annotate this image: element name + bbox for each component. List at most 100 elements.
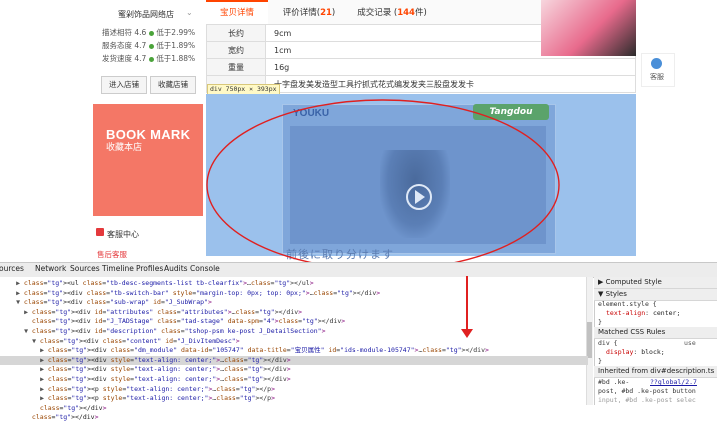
dom-node-markup: class="tg"><p xyxy=(47,384,99,393)
expand-toggle-icon[interactable]: ▶ xyxy=(0,356,44,366)
youku-logo: YOUKU xyxy=(293,108,330,119)
tab-transactions[interactable]: 成交记录 (144件) xyxy=(350,0,434,24)
rating-compare: 低于1.88% xyxy=(156,54,196,63)
triangle-right-icon: ▶ xyxy=(598,278,604,286)
tab-label: 成交记录 ( xyxy=(357,8,398,18)
css-property: text-align xyxy=(606,309,646,317)
dom-node[interactable]: ▶ class="tg"><div id="attributes" class=… xyxy=(0,308,588,318)
dom-node-markup: class="tg"><div xyxy=(23,288,83,297)
expand-toggle-icon[interactable]: ▼ xyxy=(0,327,28,337)
expand-toggle-icon[interactable]: ▶ xyxy=(0,375,44,385)
tab-label: 评价详情( xyxy=(282,8,321,18)
dom-node-selected[interactable]: ▶ class="tg"><div style="text-align: cen… xyxy=(0,355,588,366)
expand-toggle-icon[interactable]: ▶ xyxy=(0,385,44,395)
bookmark-subtitle: 收藏本店 xyxy=(106,143,143,153)
tangdou-watermark: Tangdou xyxy=(473,104,549,120)
status-dot-icon xyxy=(149,56,155,62)
attr-key: 长约 xyxy=(206,24,266,42)
dom-node-markup: class="tg"><p xyxy=(47,394,99,403)
chat-icon[interactable] xyxy=(651,58,662,69)
css-value: center; xyxy=(652,309,681,317)
expand-toggle-icon[interactable]: ▶ xyxy=(0,346,44,356)
style-declaration[interactable]: display: block; xyxy=(606,348,665,357)
service-link[interactable]: 售后客服 xyxy=(97,249,127,260)
dom-node[interactable]: ▶ class="tg"><p style="text-align: cente… xyxy=(0,394,588,404)
inherited-header[interactable]: Inherited from div#description.ts xyxy=(594,366,717,378)
tab-reviews[interactable]: 评价详情(21) xyxy=(270,0,348,24)
dom-node-markup: class="tg"><ul xyxy=(23,279,79,287)
attr-key: 宽约 xyxy=(206,41,266,59)
computed-style-header[interactable]: ▶ Computed Style xyxy=(594,277,717,289)
expand-toggle-icon[interactable]: ▼ xyxy=(0,337,36,347)
dom-node-markup: class="tg"><div xyxy=(47,355,107,364)
dom-node[interactable]: class="tg"></div> xyxy=(0,413,588,423)
expand-toggle-icon[interactable]: ▶ xyxy=(0,308,28,318)
devtools-tab-timeline[interactable]: Timeline xyxy=(102,263,134,275)
expand-toggle-icon[interactable]: ▶ xyxy=(0,289,20,299)
dom-node-markup: class="tg"><div xyxy=(47,375,107,383)
shop-name[interactable]: 蜜剁饰品网络店 xyxy=(118,9,174,20)
dom-node-markup: class="tg"><div xyxy=(39,336,99,345)
rule-source[interactable]: use xyxy=(684,339,696,348)
tab-suffix: 件) xyxy=(414,8,427,18)
dom-node[interactable]: class="tg"><div id="J_TADStage" class="t… xyxy=(0,317,588,327)
review-count: 21 xyxy=(320,8,332,18)
dom-node[interactable]: ▶ class="tg"><div class="dm_module" data… xyxy=(0,346,588,356)
style-declaration[interactable]: text-align: center; xyxy=(606,309,680,318)
dom-node[interactable]: ▼ class="tg"><div id="description" class… xyxy=(0,327,588,337)
devtools-tab-network[interactable]: Network xyxy=(35,263,66,275)
computed-style-label: Computed Style xyxy=(605,278,662,286)
attr-key: 重量 xyxy=(206,58,266,76)
play-triangle-icon[interactable] xyxy=(415,190,425,204)
bd-rule-selector-3: input, #bd .ke-post selec xyxy=(598,396,696,404)
devtools-tab-audits[interactable]: Audits xyxy=(164,263,188,275)
triangle-down-icon: ▼ xyxy=(598,290,604,298)
rating-compare: 低于1.89% xyxy=(156,41,196,50)
dom-node-markup: class="tg"><div xyxy=(31,327,91,335)
rating-shipping: 发货速度 4.7 低于1.88% xyxy=(102,53,195,64)
expand-toggle-icon[interactable]: ▶ xyxy=(0,394,44,404)
bd-rule-selector[interactable]: #bd .ke- xyxy=(598,378,629,387)
dom-node[interactable]: ▶ class="tg"><div class="tb-switch-bar" … xyxy=(0,289,588,299)
devtools-tab-profiles[interactable]: Profiles xyxy=(136,263,163,275)
dom-node[interactable]: ▶ class="tg"><div style="text-align: cen… xyxy=(0,365,588,375)
expand-toggle-icon[interactable]: ▶ xyxy=(0,365,44,375)
expand-toggle-icon[interactable]: ▼ xyxy=(0,298,20,308)
dom-node[interactable]: class="tg"></div> xyxy=(0,404,588,414)
attr-value: 16g xyxy=(265,58,636,76)
favorite-shop-button[interactable]: 收藏店铺 xyxy=(150,76,196,94)
css-property: display xyxy=(606,348,634,356)
div-rule-selector[interactable]: div { xyxy=(598,339,618,348)
bd-rule-source-link[interactable]: ??global/2.7 xyxy=(650,378,697,387)
matched-rules-label: Matched CSS Rules xyxy=(598,328,666,336)
enter-shop-button[interactable]: 进入店铺 xyxy=(101,76,147,94)
devtools-tab-sources[interactable]: Sources xyxy=(70,263,100,275)
tab-item-details[interactable]: 宝贝详情 xyxy=(206,0,268,26)
element-style-rule[interactable]: element.style { xyxy=(598,300,657,309)
dom-node-markup: class="tg"><div xyxy=(23,298,83,307)
devtools-tab-console[interactable]: Console xyxy=(190,263,220,275)
dom-node[interactable]: ▶ class="tg"><ul class="tb-desc-segments… xyxy=(0,279,588,289)
expand-toggle-icon[interactable]: ▶ xyxy=(0,279,20,289)
dom-node-markup: class="tg"><div xyxy=(47,346,107,355)
rule-close: } xyxy=(598,357,602,365)
dom-node[interactable]: ▶ class="tg"><div style="text-align: cen… xyxy=(0,375,588,385)
chevron-down-icon[interactable]: ⌄ xyxy=(186,8,193,17)
dom-node[interactable]: ▶ class="tg"><p style="text-align: cente… xyxy=(0,385,588,395)
dom-node-markup: class="tg"><div xyxy=(31,307,91,316)
rating-label: 描述相符 4.6 xyxy=(102,28,147,37)
bookmark-banner[interactable] xyxy=(93,104,203,216)
status-dot-icon xyxy=(149,43,155,49)
rating-label: 发货速度 4.7 xyxy=(102,54,147,63)
product-image[interactable] xyxy=(541,0,636,56)
tab-label: 宝贝详情 xyxy=(219,8,254,18)
status-dot-icon xyxy=(149,30,155,36)
attr-value: 十字盘发美发造型工具拧抓式花式编发发夹三股盘发发卡 xyxy=(265,75,636,93)
table-row: 重量 16g xyxy=(206,58,636,76)
matched-rules-header[interactable]: Matched CSS Rules xyxy=(594,327,717,339)
inherited-label: Inherited from div#description.ts xyxy=(598,367,715,375)
devtools-tab-resources[interactable]: ources xyxy=(0,263,24,275)
dom-node[interactable]: ▼ class="tg"><div class="sub-wrap" id="J… xyxy=(0,298,588,308)
dom-node[interactable]: ▼ class="tg"><div class="content" id="J_… xyxy=(0,337,588,347)
float-service-label[interactable]: 客服 xyxy=(650,72,664,82)
